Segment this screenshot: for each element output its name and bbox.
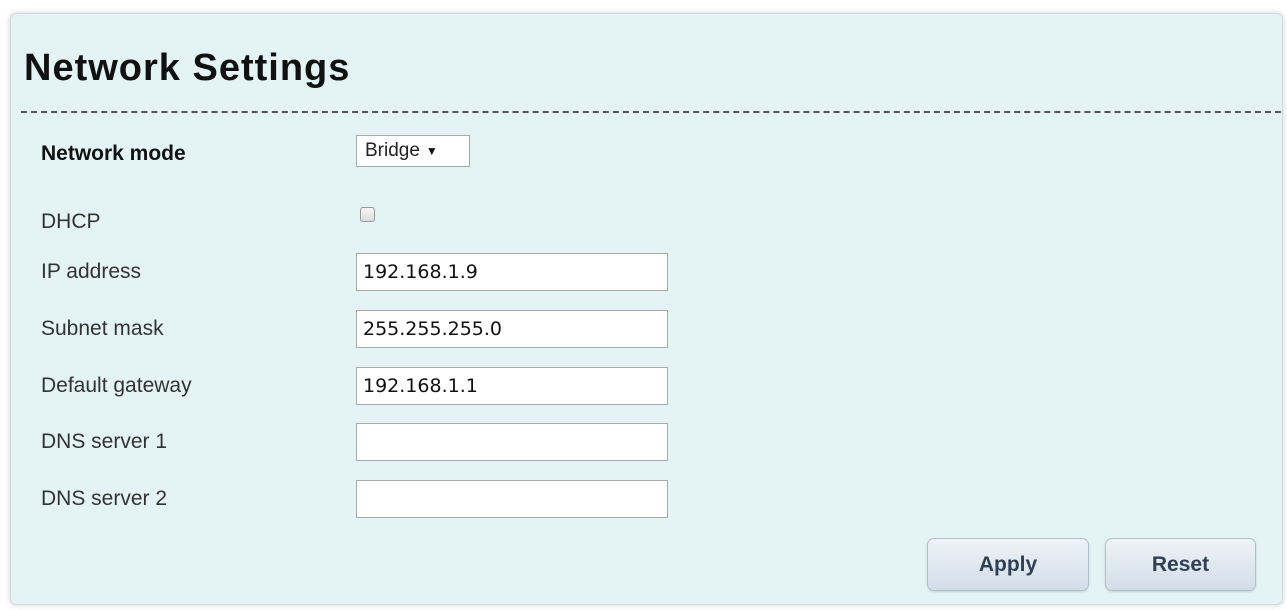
reset-button[interactable]: Reset — [1105, 538, 1256, 591]
dns-server-1-input[interactable] — [356, 423, 668, 461]
page-title: Network Settings — [24, 47, 351, 89]
ip-address-input[interactable] — [356, 253, 668, 291]
dns-server-2-label: DNS server 2 — [41, 487, 168, 510]
network-mode-selected-value: Bridge — [365, 140, 420, 161]
dhcp-label: DHCP — [41, 210, 101, 233]
subnet-mask-label: Subnet mask — [41, 317, 164, 340]
network-mode-label: Network mode — [41, 142, 186, 165]
dns-server-1-label: DNS server 1 — [41, 430, 168, 453]
default-gateway-input[interactable] — [356, 367, 668, 405]
network-settings-panel: Network Settings Network mode Bridge ▼ D… — [10, 13, 1283, 605]
subnet-mask-input[interactable] — [356, 310, 668, 348]
caret-down-icon: ▼ — [425, 144, 438, 158]
network-mode-select[interactable]: Bridge ▼ — [356, 135, 470, 167]
dhcp-checkbox[interactable] — [360, 207, 375, 222]
dns-server-2-input[interactable] — [356, 480, 668, 518]
title-divider — [21, 111, 1281, 113]
ip-address-label: IP address — [41, 260, 142, 283]
default-gateway-label: Default gateway — [41, 374, 192, 397]
apply-button[interactable]: Apply — [927, 538, 1089, 591]
